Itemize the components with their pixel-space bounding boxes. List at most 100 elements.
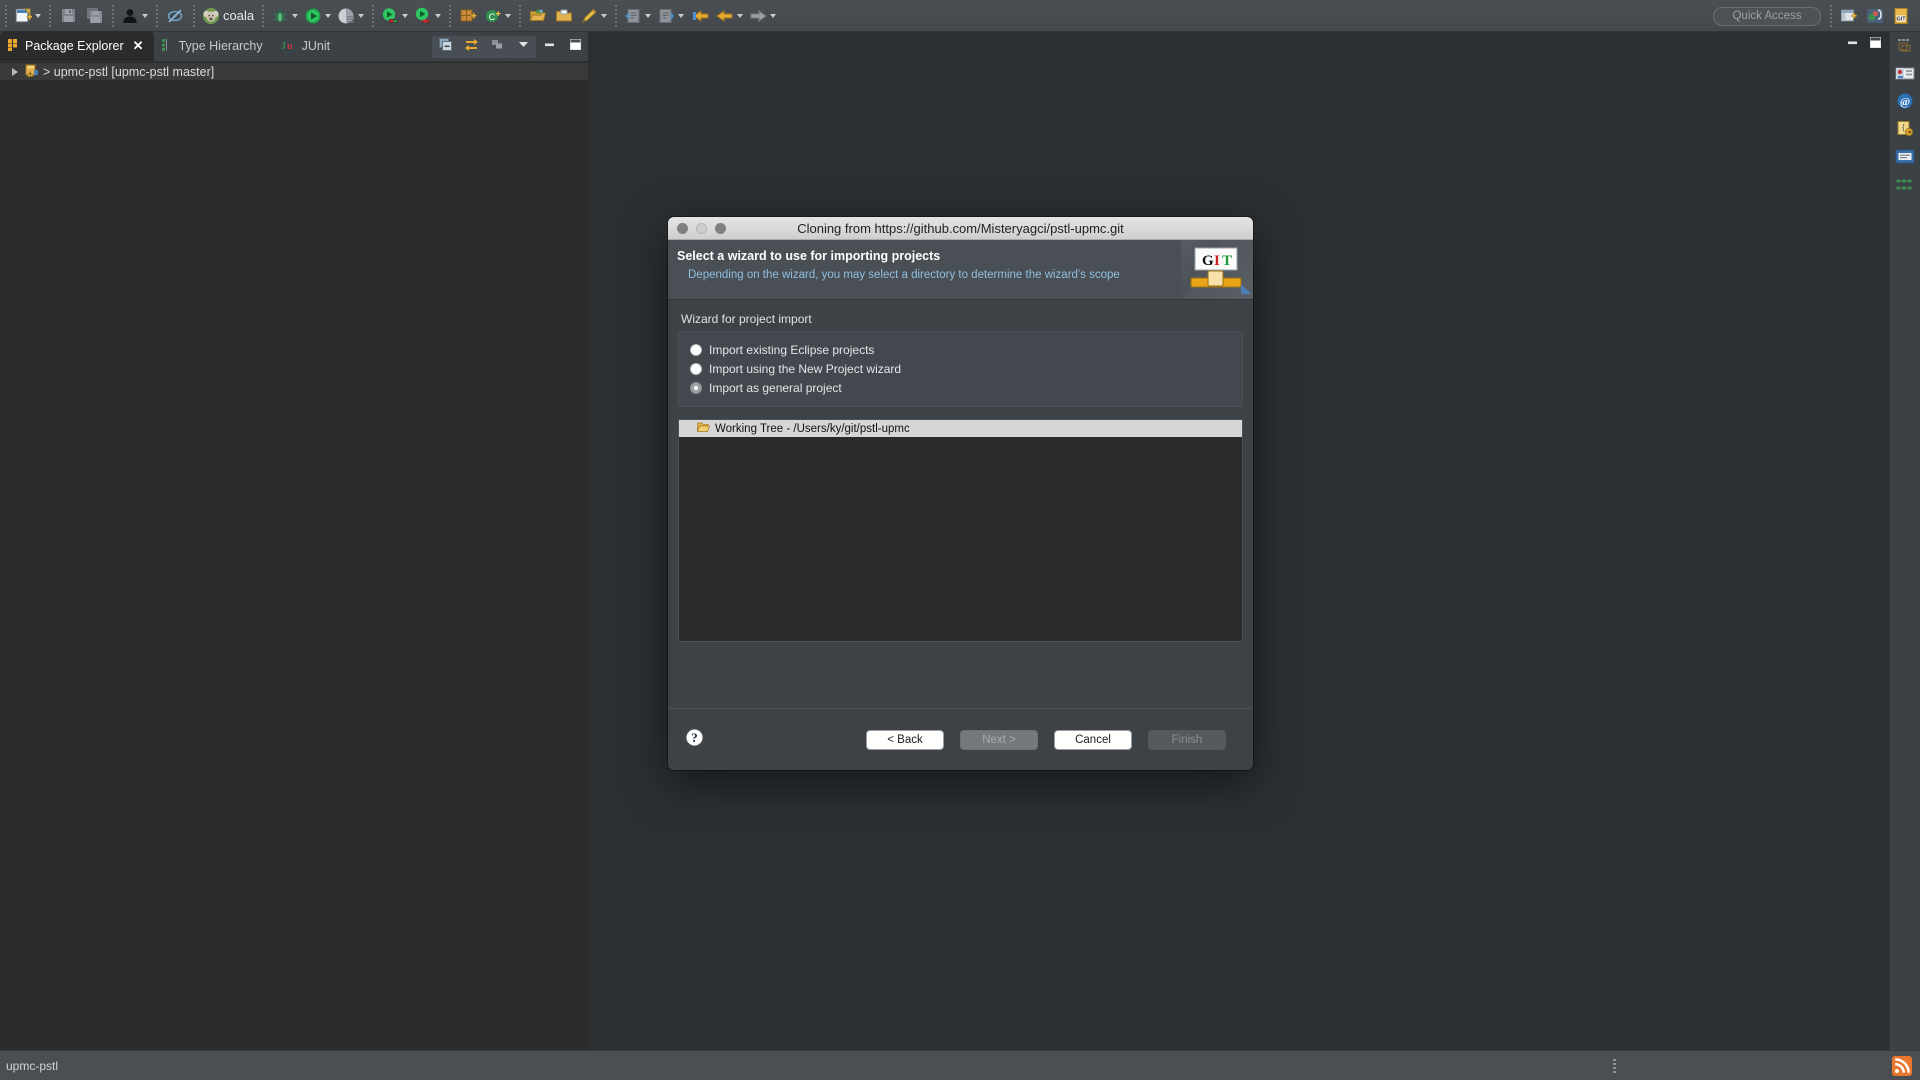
chevron-down-icon[interactable] bbox=[505, 13, 512, 18]
chevron-down-icon[interactable] bbox=[142, 13, 148, 18]
minimize-view-button[interactable] bbox=[536, 32, 562, 62]
skip-breakpoints-icon bbox=[166, 7, 184, 25]
chevron-down-icon[interactable] bbox=[737, 13, 744, 18]
status-drag-handle[interactable] bbox=[1613, 1059, 1616, 1073]
run-ant-button[interactable] bbox=[412, 3, 443, 29]
tab-type-hierarchy[interactable]: Type Hierarchy bbox=[154, 31, 273, 61]
focus-on-active-task-button[interactable] bbox=[484, 32, 510, 62]
last-edit-location-button[interactable] bbox=[688, 3, 712, 29]
rss-icon[interactable] bbox=[1892, 1056, 1912, 1079]
pencil-icon bbox=[580, 7, 598, 25]
new-java-package-button[interactable] bbox=[456, 3, 480, 29]
new-wizard-button[interactable] bbox=[12, 3, 43, 29]
tree-item-project[interactable]: > upmc-pstl [upmc-pstl master] bbox=[0, 63, 588, 80]
git-perspective-button[interactable]: GIT bbox=[1889, 3, 1913, 29]
chevron-down-icon[interactable] bbox=[35, 13, 41, 18]
status-text: upmc-pstl bbox=[6, 1058, 59, 1073]
at-sign-icon: @ bbox=[1896, 92, 1914, 115]
quick-access-input[interactable]: Quick Access bbox=[1713, 6, 1821, 26]
git-repositories-view-button[interactable] bbox=[1893, 64, 1917, 86]
radio-button[interactable] bbox=[690, 343, 702, 356]
java-perspective-icon bbox=[1866, 7, 1884, 25]
toolbar-separator bbox=[47, 4, 52, 27]
git-staging-view-button[interactable]: @ bbox=[1893, 92, 1917, 114]
close-icon[interactable]: ✕ bbox=[133, 38, 144, 54]
open-perspective-button[interactable] bbox=[1837, 3, 1861, 29]
coala-button[interactable]: coala bbox=[200, 3, 256, 29]
radio-import-as-general-project[interactable]: Import as general project bbox=[679, 378, 1242, 397]
dialog-banner: Select a wizard to use for importing pro… bbox=[668, 240, 1253, 300]
right-trim-stack: @ { bbox=[1889, 32, 1920, 1050]
next-annotation-button[interactable] bbox=[655, 3, 686, 29]
import-wizard-dialog: Cloning from https://github.com/Misterya… bbox=[668, 217, 1253, 770]
expand-arrow-icon[interactable] bbox=[12, 67, 18, 76]
toolbar-separator bbox=[613, 4, 619, 27]
chevron-down-icon[interactable] bbox=[678, 13, 685, 18]
save-all-button[interactable] bbox=[82, 3, 106, 29]
dialog-titlebar[interactable]: Cloning from https://github.com/Misterya… bbox=[668, 217, 1253, 240]
radio-button-selected[interactable] bbox=[690, 381, 702, 394]
help-button[interactable]: ? bbox=[685, 727, 704, 752]
chevron-down-icon[interactable] bbox=[292, 13, 299, 18]
back-button[interactable]: < Back bbox=[866, 729, 944, 750]
collapse-all-button[interactable] bbox=[432, 32, 458, 62]
console-view-button[interactable] bbox=[1893, 148, 1917, 170]
svg-text:J: J bbox=[281, 41, 286, 52]
banner-title: Select a wizard to use for importing pro… bbox=[677, 249, 941, 263]
java-perspective-button[interactable] bbox=[1863, 3, 1887, 29]
previous-annotation-button[interactable] bbox=[622, 3, 653, 29]
toolbar-separator bbox=[154, 4, 159, 27]
maximize-view-button[interactable] bbox=[562, 32, 588, 62]
person-button[interactable] bbox=[119, 3, 150, 29]
radio-import-new-project-wizard[interactable]: Import using the New Project wizard bbox=[679, 359, 1242, 378]
svg-text:GIT: GIT bbox=[1897, 17, 1907, 23]
project-listbox[interactable]: Working Tree - /Users/ky/git/pstl-upmc bbox=[678, 419, 1243, 642]
wizard-group-label: Wizard for project import bbox=[681, 312, 812, 326]
history-view-button[interactable] bbox=[1893, 176, 1917, 198]
restore-trim-button[interactable] bbox=[1893, 36, 1917, 58]
skip-breakpoints-button[interactable] bbox=[163, 3, 187, 29]
toolbar-separator bbox=[517, 4, 523, 27]
restore-editor-button[interactable] bbox=[1845, 35, 1860, 55]
svg-text:G: G bbox=[1202, 253, 1214, 269]
radio-import-existing-eclipse-projects[interactable]: Import existing Eclipse projects bbox=[679, 340, 1242, 359]
finish-button[interactable]: Finish bbox=[1148, 729, 1226, 750]
maximize-editor-button[interactable] bbox=[1868, 35, 1883, 55]
chevron-down-icon[interactable] bbox=[402, 13, 409, 18]
minimize-icon bbox=[1848, 41, 1857, 45]
next-button[interactable]: Next > bbox=[960, 729, 1038, 750]
maximize-icon bbox=[1870, 37, 1881, 48]
cancel-button[interactable]: Cancel bbox=[1054, 729, 1132, 750]
view-menu-button[interactable] bbox=[510, 32, 536, 62]
open-type-icon bbox=[529, 7, 547, 25]
svg-text:?: ? bbox=[691, 730, 698, 745]
restore-icon bbox=[1897, 38, 1913, 57]
radio-button[interactable] bbox=[690, 362, 702, 375]
save-button[interactable] bbox=[56, 3, 80, 29]
tab-package-explorer[interactable]: Package Explorer ✕ bbox=[0, 31, 154, 61]
list-item-working-tree[interactable]: Working Tree - /Users/ky/git/pstl-upmc bbox=[679, 420, 1242, 437]
back-button[interactable] bbox=[714, 3, 745, 29]
debug-button[interactable] bbox=[269, 3, 300, 29]
run-ant-icon bbox=[414, 7, 432, 25]
chevron-down-icon[interactable] bbox=[770, 13, 777, 18]
git-reflog-view-button[interactable]: { bbox=[1893, 120, 1917, 142]
toolbar-separator bbox=[1828, 5, 1833, 27]
forward-button[interactable] bbox=[747, 3, 778, 29]
open-task-button[interactable] bbox=[552, 3, 576, 29]
chevron-down-icon[interactable] bbox=[601, 13, 608, 18]
run-external-tools-button[interactable] bbox=[379, 3, 410, 29]
open-type-button[interactable] bbox=[526, 3, 550, 29]
coverage-button[interactable] bbox=[335, 3, 366, 29]
chevron-down-icon[interactable] bbox=[325, 13, 332, 18]
new-class-button[interactable]: C bbox=[482, 3, 513, 29]
chevron-down-icon[interactable] bbox=[645, 13, 652, 18]
pencil-button[interactable] bbox=[578, 3, 609, 29]
chevron-down-icon[interactable] bbox=[435, 13, 442, 18]
run-button[interactable] bbox=[302, 3, 333, 29]
console-icon bbox=[1895, 149, 1915, 170]
link-with-editor-button[interactable] bbox=[458, 32, 484, 62]
svg-text:{: { bbox=[1902, 123, 1905, 132]
chevron-down-icon[interactable] bbox=[358, 13, 365, 18]
tab-junit[interactable]: J u JUnit bbox=[273, 31, 340, 61]
